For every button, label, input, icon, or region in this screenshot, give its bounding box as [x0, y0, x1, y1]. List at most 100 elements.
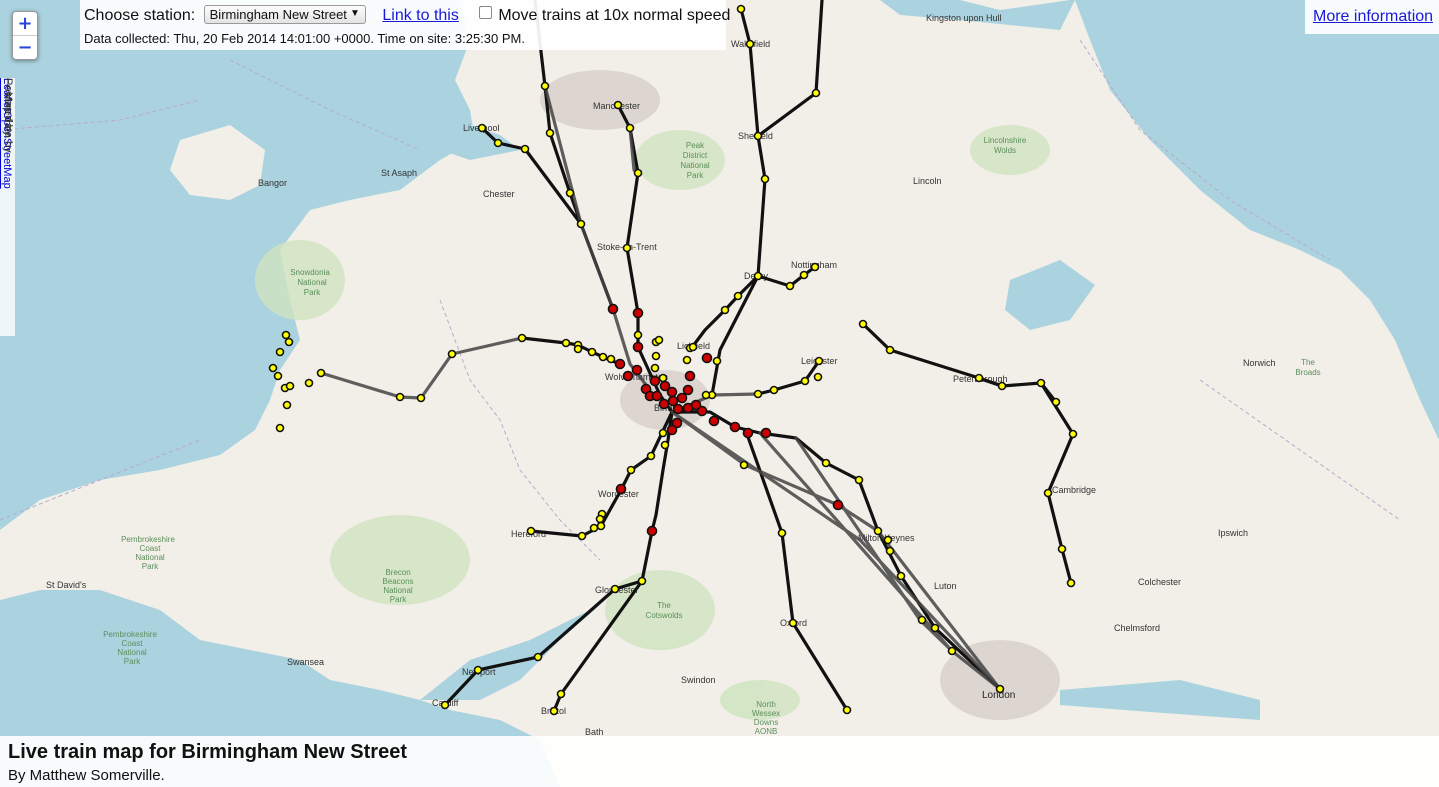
train-marker[interactable]	[651, 390, 663, 402]
station-marker[interactable]	[633, 330, 643, 340]
station-marker[interactable]	[854, 475, 864, 485]
train-marker[interactable]	[729, 421, 741, 433]
station-marker[interactable]	[799, 270, 809, 280]
station-marker[interactable]	[745, 39, 755, 49]
station-marker[interactable]	[821, 458, 831, 468]
station-marker[interactable]	[1051, 397, 1061, 407]
station-marker[interactable]	[573, 344, 583, 354]
station-marker[interactable]	[1057, 544, 1067, 554]
station-marker[interactable]	[896, 571, 906, 581]
station-marker[interactable]	[281, 330, 291, 340]
station-marker[interactable]	[654, 335, 664, 345]
link-to-this[interactable]: Link to this	[382, 7, 458, 24]
speed-checkbox[interactable]	[479, 6, 493, 19]
station-marker[interactable]	[637, 576, 647, 586]
station-marker[interactable]	[688, 342, 698, 352]
station-marker[interactable]	[598, 352, 608, 362]
station-marker[interactable]	[701, 390, 711, 400]
train-marker[interactable]	[701, 352, 713, 364]
station-marker[interactable]	[273, 371, 283, 381]
station-marker[interactable]	[268, 363, 278, 373]
station-marker[interactable]	[788, 618, 798, 628]
train-marker[interactable]	[646, 525, 658, 537]
station-marker[interactable]	[622, 243, 632, 253]
station-marker[interactable]	[561, 338, 571, 348]
station-marker[interactable]	[753, 389, 763, 399]
train-marker[interactable]	[708, 415, 720, 427]
train-marker[interactable]	[607, 303, 619, 315]
station-marker[interactable]	[606, 354, 616, 364]
station-marker[interactable]	[395, 392, 405, 402]
station-marker[interactable]	[947, 646, 957, 656]
station-marker[interactable]	[997, 381, 1007, 391]
station-marker[interactable]	[526, 526, 536, 536]
zoom-out-button[interactable]: −	[13, 35, 37, 59]
train-marker[interactable]	[672, 403, 684, 415]
station-marker[interactable]	[858, 319, 868, 329]
train-marker[interactable]	[684, 370, 696, 382]
station-marker[interactable]	[800, 376, 810, 386]
station-marker[interactable]	[885, 345, 895, 355]
station-select[interactable]: Birmingham New Street ▼	[203, 5, 366, 24]
station-marker[interactable]	[646, 451, 656, 461]
train-marker[interactable]	[632, 307, 644, 319]
station-marker[interactable]	[440, 700, 450, 710]
station-marker[interactable]	[613, 100, 623, 110]
station-marker[interactable]	[660, 440, 670, 450]
station-marker[interactable]	[625, 123, 635, 133]
station-marker[interactable]	[556, 689, 566, 699]
station-marker[interactable]	[493, 138, 503, 148]
train-marker[interactable]	[632, 341, 644, 353]
train-marker[interactable]	[631, 364, 643, 376]
station-marker[interactable]	[447, 349, 457, 359]
zoom-in-button[interactable]: +	[13, 12, 37, 35]
station-marker[interactable]	[1066, 578, 1076, 588]
station-marker[interactable]	[520, 144, 530, 154]
station-marker[interactable]	[1068, 429, 1078, 439]
train-marker[interactable]	[658, 398, 670, 410]
train-marker[interactable]	[666, 386, 678, 398]
station-marker[interactable]	[760, 174, 770, 184]
station-marker[interactable]	[811, 88, 821, 98]
train-marker[interactable]	[614, 358, 626, 370]
station-marker[interactable]	[885, 546, 895, 556]
station-marker[interactable]	[777, 528, 787, 538]
station-marker[interactable]	[610, 584, 620, 594]
station-marker[interactable]	[1036, 378, 1046, 388]
station-marker[interactable]	[285, 381, 295, 391]
station-marker[interactable]	[810, 262, 820, 272]
station-marker[interactable]	[930, 623, 940, 633]
train-marker[interactable]	[742, 427, 754, 439]
station-marker[interactable]	[589, 523, 599, 533]
map-canvas[interactable]: Kingston upon Hull Wakefield Manchester …	[0, 0, 1439, 787]
station-marker[interactable]	[304, 378, 314, 388]
train-marker[interactable]	[615, 483, 627, 495]
station-marker[interactable]	[739, 460, 749, 470]
station-marker[interactable]	[650, 363, 660, 373]
station-marker[interactable]	[769, 385, 779, 395]
station-marker[interactable]	[974, 373, 984, 383]
more-information-link[interactable]: More information	[1313, 8, 1433, 26]
station-marker[interactable]	[316, 368, 326, 378]
station-marker[interactable]	[549, 706, 559, 716]
station-marker[interactable]	[533, 652, 543, 662]
station-marker[interactable]	[284, 337, 294, 347]
station-marker[interactable]	[813, 372, 823, 382]
station-marker[interactable]	[545, 128, 555, 138]
station-marker[interactable]	[633, 168, 643, 178]
train-marker[interactable]	[676, 392, 688, 404]
train-marker[interactable]	[649, 375, 661, 387]
station-marker[interactable]	[275, 423, 285, 433]
station-marker[interactable]	[995, 684, 1005, 694]
station-marker[interactable]	[785, 281, 795, 291]
station-marker[interactable]	[753, 131, 763, 141]
station-marker[interactable]	[658, 373, 668, 383]
station-marker[interactable]	[720, 305, 730, 315]
station-marker[interactable]	[682, 355, 692, 365]
station-marker[interactable]	[596, 521, 606, 531]
train-marker[interactable]	[690, 399, 702, 411]
station-marker[interactable]	[626, 465, 636, 475]
station-marker[interactable]	[595, 514, 605, 524]
station-marker[interactable]	[282, 400, 292, 410]
station-marker[interactable]	[473, 665, 483, 675]
